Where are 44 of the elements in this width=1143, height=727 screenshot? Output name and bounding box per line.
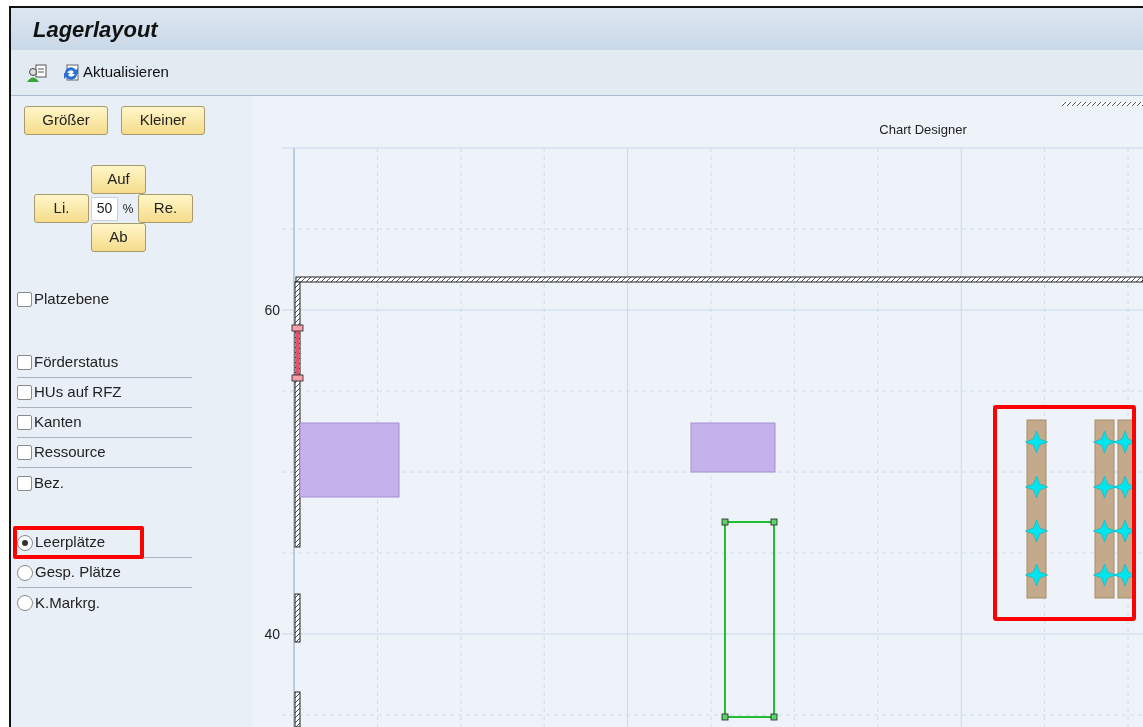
checkbox-label: Kanten bbox=[34, 412, 82, 433]
checkbox-label: Bez. bbox=[34, 472, 64, 493]
star-icon bbox=[1093, 563, 1116, 587]
checkbox[interactable] bbox=[17, 385, 32, 400]
user-icon[interactable] bbox=[27, 63, 47, 82]
checkbox[interactable] bbox=[17, 415, 32, 430]
percent-unit: % bbox=[121, 200, 135, 218]
refresh-button[interactable]: Aktualisieren bbox=[61, 61, 169, 84]
checkbox-label: HUs auf RFZ bbox=[34, 382, 122, 403]
refresh-icon bbox=[61, 62, 81, 83]
door-segment bbox=[291, 324, 304, 382]
percent-field[interactable]: 50 bbox=[91, 196, 118, 221]
checkbox[interactable] bbox=[17, 291, 32, 307]
window-title: Lagerlayout bbox=[33, 15, 158, 44]
checkbox-label: Förderstatus bbox=[34, 352, 119, 373]
down-button[interactable]: Ab bbox=[91, 223, 146, 252]
checkbox-label: Ressource bbox=[34, 442, 106, 463]
left-button[interactable]: Li. bbox=[34, 194, 89, 223]
radio-label: Gesp. Plätze bbox=[35, 562, 121, 583]
star-icon bbox=[1093, 519, 1116, 543]
axis-label: 40 bbox=[264, 626, 280, 642]
radio-button[interactable] bbox=[17, 564, 33, 581]
up-button[interactable]: Auf bbox=[91, 165, 146, 194]
radio-button[interactable] bbox=[17, 534, 33, 551]
radio-label: Leerplätze bbox=[35, 532, 106, 553]
chart-title: Chart Designer bbox=[879, 122, 967, 137]
star-icon bbox=[1093, 475, 1116, 499]
radio-label: K.Markrg. bbox=[35, 592, 100, 613]
star-icon bbox=[1093, 430, 1116, 454]
zoom-button[interactable]: Kleiner bbox=[121, 106, 205, 135]
radio-button[interactable] bbox=[17, 595, 33, 611]
star-icon bbox=[1025, 519, 1048, 543]
checkbox[interactable] bbox=[17, 355, 32, 370]
wall bbox=[294, 691, 301, 727]
star-icon bbox=[1025, 563, 1048, 587]
checkbox[interactable] bbox=[17, 445, 32, 460]
checkbox[interactable] bbox=[17, 475, 32, 491]
zoom-button[interactable]: Größer bbox=[24, 106, 108, 135]
star-icon bbox=[1025, 475, 1048, 499]
checkbox-label: Platzebene bbox=[34, 288, 110, 309]
star-icon bbox=[1025, 430, 1048, 454]
axis-label: 60 bbox=[264, 302, 280, 318]
wall bbox=[294, 593, 301, 643]
right-button[interactable]: Re. bbox=[138, 194, 193, 223]
